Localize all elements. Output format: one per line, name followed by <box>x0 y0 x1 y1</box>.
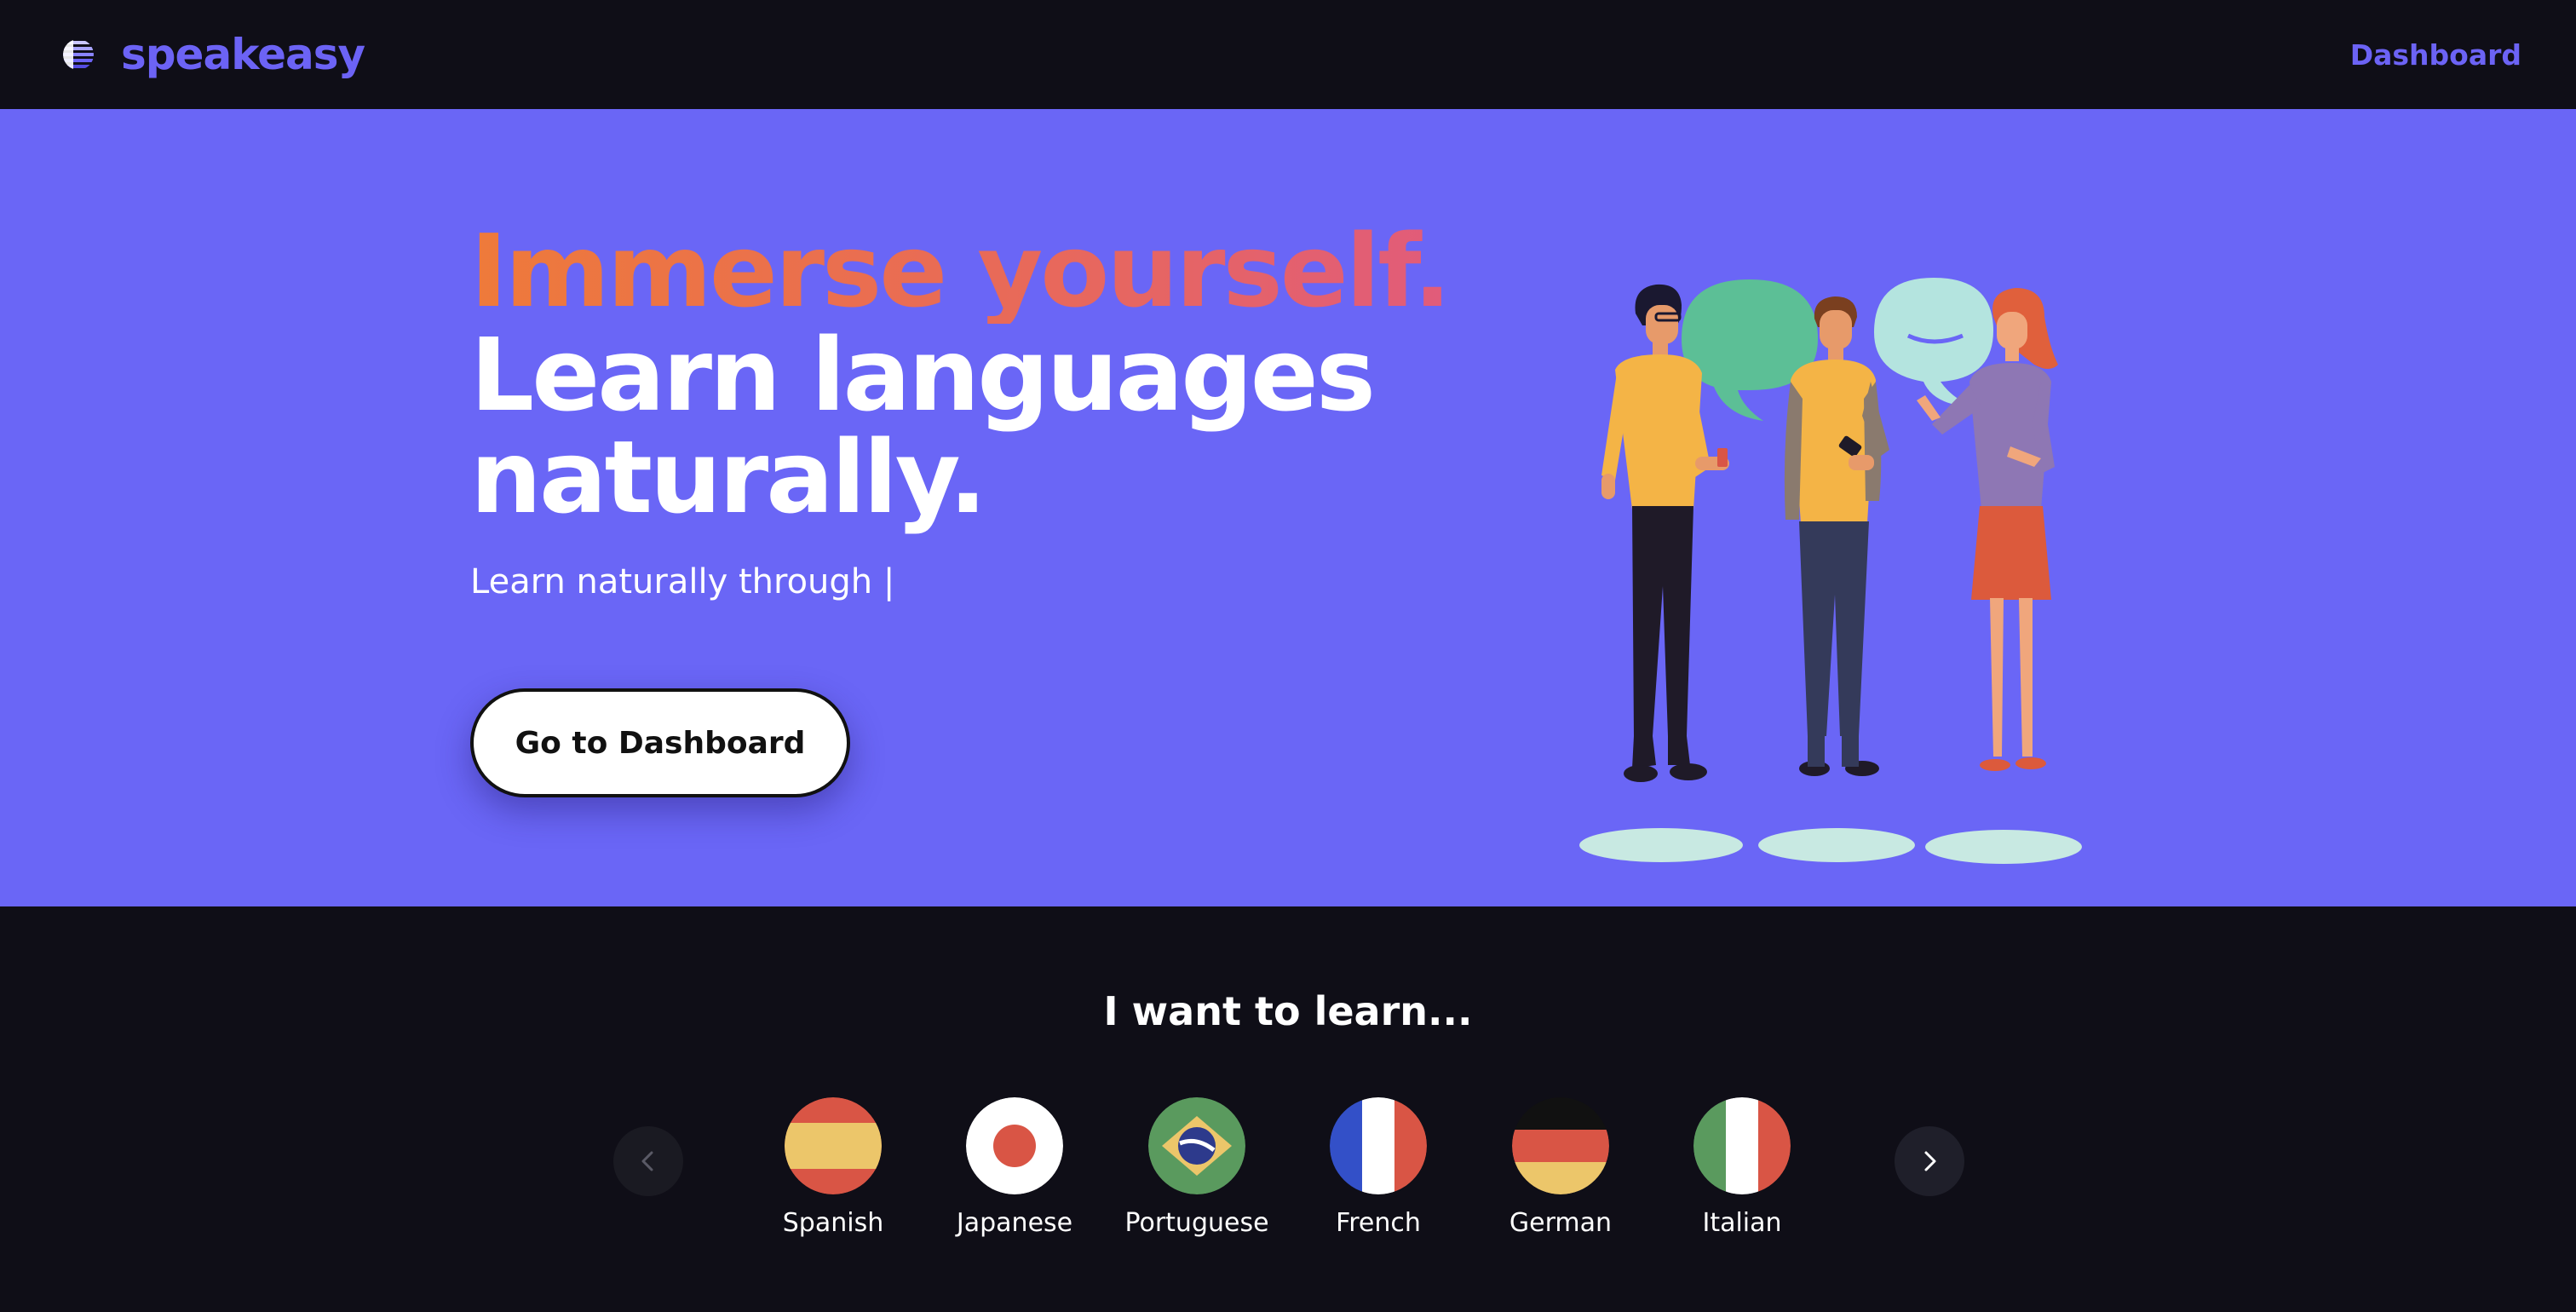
hero-subtitle: Learn naturally through | <box>470 562 895 601</box>
language-option-spanish[interactable]: Spanish <box>748 1097 918 1242</box>
spain-flag-icon <box>785 1097 882 1194</box>
germany-flag-icon <box>1512 1097 1609 1194</box>
hero-section: Immerse yourself. Learn languages natura… <box>0 109 2576 906</box>
hero-text: Immerse yourself. Learn languages natura… <box>470 218 1492 601</box>
language-label: Portuguese <box>1124 1208 1269 1238</box>
top-nav: speakeasy Dashboard <box>0 0 2576 109</box>
language-label: Spanish <box>782 1208 884 1238</box>
japan-flag-icon <box>966 1097 1063 1194</box>
chevron-right-icon <box>1924 1151 1936 1171</box>
striped-globe-icon <box>63 39 94 70</box>
france-flag-icon <box>1330 1097 1427 1194</box>
people-conversation-illustration <box>1579 278 2082 864</box>
brand-name: speakeasy <box>121 30 365 79</box>
learn-title: I want to learn... <box>1103 988 1473 1034</box>
language-option-french[interactable]: French <box>1293 1097 1463 1242</box>
brazil-flag-icon <box>1148 1097 1245 1194</box>
language-label: Italian <box>1702 1208 1782 1238</box>
language-label: Japanese <box>956 1208 1073 1238</box>
language-label: German <box>1509 1208 1613 1238</box>
brand-home-link[interactable]: speakeasy <box>61 30 365 79</box>
carousel-prev-button[interactable] <box>613 1126 683 1196</box>
hero-headline-accent: Immerse yourself. <box>470 218 1492 324</box>
language-label: French <box>1336 1208 1421 1238</box>
chevron-left-icon <box>641 1151 653 1171</box>
carousel-next-button[interactable] <box>1895 1126 1964 1196</box>
hero-headline: Learn languages naturally. <box>470 316 1376 536</box>
language-option-italian[interactable]: Italian <box>1657 1097 1827 1242</box>
language-option-portuguese[interactable]: Portuguese <box>1112 1097 1282 1242</box>
italy-flag-icon <box>1693 1097 1791 1194</box>
language-option-japanese[interactable]: Japanese <box>929 1097 1100 1242</box>
nav-dashboard-link[interactable]: Dashboard <box>2350 38 2521 72</box>
language-option-german[interactable]: German <box>1475 1097 1646 1242</box>
go-to-dashboard-button[interactable]: Go to Dashboard <box>470 688 850 797</box>
